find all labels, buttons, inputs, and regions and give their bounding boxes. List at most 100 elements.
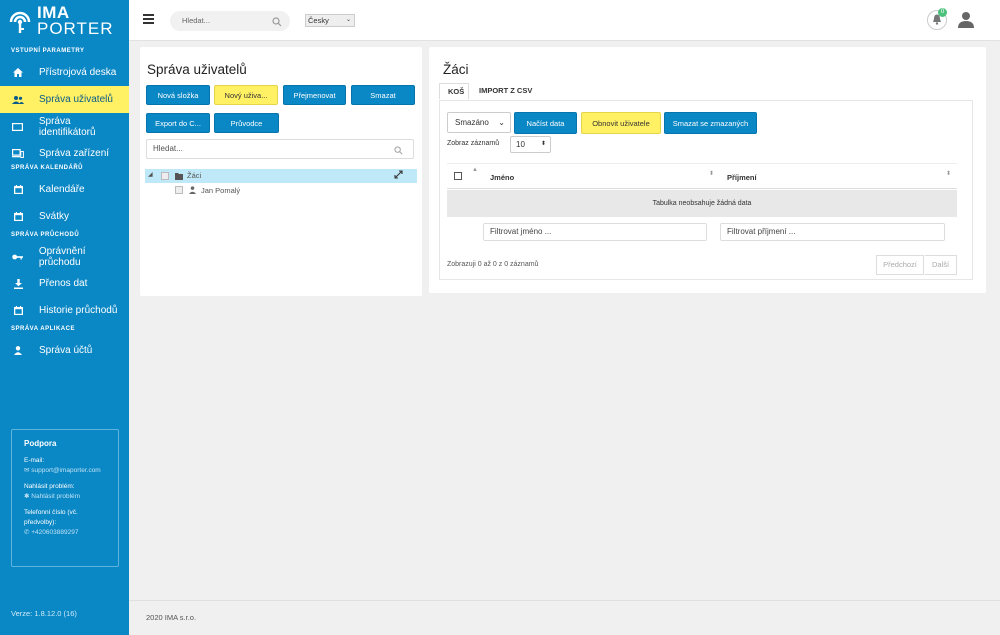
card-icon xyxy=(11,121,25,133)
sidebar-item-accounts[interactable]: Správa účtů xyxy=(0,337,129,364)
user-management-panel: Správa uživatelů Nová složka Nový uživa.… xyxy=(140,47,422,296)
select-all-checkbox[interactable] xyxy=(454,172,462,180)
sidebar-item-passage-history[interactable]: Historie průchodů xyxy=(0,297,129,324)
search-icon xyxy=(394,144,403,162)
sidebar-item-label: Správa účtů xyxy=(39,345,93,356)
copyright-text: 2020 IMA s.r.o. xyxy=(146,613,197,622)
tree-search-input[interactable]: Hledat... xyxy=(146,139,414,159)
page-title: Správa uživatelů xyxy=(147,62,247,77)
sort-arrows-icon: ⬍ xyxy=(540,141,546,147)
deleted-filter-select[interactable]: Smazáno ⌄ xyxy=(447,112,511,133)
key-logo-icon xyxy=(9,11,31,33)
sidebar-item-users[interactable]: Správa uživatelů xyxy=(0,86,129,113)
section-title-input-params: VSTUPNÍ PARAMETRY xyxy=(11,48,85,54)
section-title-calendars: SPRÁVA KALENDÁŘŮ xyxy=(11,165,84,171)
sort-icon[interactable]: ⬍ xyxy=(946,170,951,177)
notifications-button[interactable]: 0 xyxy=(927,8,947,30)
tree-checkbox[interactable] xyxy=(161,172,169,180)
page-size-select[interactable]: 10 ⬍ xyxy=(510,136,551,153)
user-menu-button[interactable] xyxy=(958,11,974,31)
sidebar: IMA PORTER VSTUPNÍ PARAMETRY Přístrojová… xyxy=(0,0,129,635)
tab-trash[interactable]: KOŠ xyxy=(439,83,469,99)
support-report-label: Nahlásit problém: xyxy=(24,483,75,490)
rename-button[interactable]: Přejmenovat xyxy=(283,85,346,105)
column-header-name[interactable]: Jméno xyxy=(490,173,514,182)
empty-table-message: Tabulka neobsahuje žádná data xyxy=(447,190,957,217)
footer: 2020 IMA s.r.o. xyxy=(129,600,1000,635)
users-icon xyxy=(11,94,25,106)
language-select[interactable]: Česky ⌄ xyxy=(305,14,355,27)
section-title-app: SPRÁVA APLIKACE xyxy=(11,326,75,332)
support-box: Podpora E-mail: ✉ support@imaporter.com … xyxy=(11,429,119,567)
key-icon xyxy=(11,251,25,263)
sidebar-item-label: Svátky xyxy=(39,211,70,222)
support-email-label: E-mail: xyxy=(24,457,45,464)
support-phone-label: Telefonní číslo (vč. předvolby): xyxy=(24,509,78,526)
tree-node-label: Jan Pomalý xyxy=(201,186,241,195)
notifications-badge: 0 xyxy=(938,8,947,17)
sidebar-item-label: Kalendáře xyxy=(39,184,85,195)
filter-surname-input[interactable]: Filtrovat příjmení ... xyxy=(720,223,945,241)
tab-import-csv[interactable]: IMPORT Z CSV xyxy=(471,83,540,99)
tree-checkbox[interactable] xyxy=(175,186,183,194)
support-title: Podpora xyxy=(24,439,57,448)
chevron-down-icon: ⌄ xyxy=(345,17,351,23)
sidebar-item-label: Přenos dat xyxy=(39,278,88,289)
logo-text-porter: PORTER xyxy=(37,19,114,38)
menu-toggle-icon[interactable] xyxy=(143,14,154,26)
sidebar-item-access-rights[interactable]: Oprávnění průchodu xyxy=(0,243,129,270)
devices-icon xyxy=(11,148,25,160)
sort-icon[interactable]: ⬍ xyxy=(709,170,714,177)
wizard-button[interactable]: Průvodce xyxy=(214,113,279,133)
table-info: Zobrazuji 0 až 0 z 0 záznamů xyxy=(447,261,539,268)
user-icon xyxy=(958,12,974,31)
table-header: ▲ Jméno ⬍ Příjmení ⬍ xyxy=(447,163,957,189)
download-icon xyxy=(11,278,25,290)
calendar-icon xyxy=(11,184,25,196)
version-text: Verze: 1.8.12.0 (16) xyxy=(11,609,77,618)
search-icon xyxy=(272,15,282,35)
previous-page-button[interactable]: Předchozí xyxy=(876,255,924,275)
topbar: Hledat... Česky ⌄ 0 xyxy=(129,0,1000,41)
export-csv-button[interactable]: Export do C... xyxy=(146,113,210,133)
tree-node-label: Žáci xyxy=(187,171,202,180)
user-icon xyxy=(11,345,25,357)
page-size-label: Zobraz záznamů xyxy=(447,140,500,147)
column-header-surname[interactable]: Příjmení xyxy=(727,173,757,182)
home-icon xyxy=(11,67,25,79)
sidebar-item-label: Oprávnění průchodu xyxy=(38,245,86,268)
sidebar-item-data-transfer[interactable]: Přenos dat xyxy=(0,270,129,297)
sidebar-item-calendars[interactable]: Kalendáře xyxy=(0,176,129,203)
load-data-button[interactable]: Načíst data xyxy=(514,112,577,134)
support-report-link[interactable]: ✱ Nahlásit problém xyxy=(24,492,106,502)
user-icon xyxy=(189,186,196,196)
delete-button[interactable]: Smazat xyxy=(351,85,415,105)
delete-from-deleted-button[interactable]: Smazat se zmazaných xyxy=(664,112,757,134)
panel-title: Žáci xyxy=(443,62,469,77)
calendar-icon xyxy=(11,211,25,223)
sidebar-item-label: Přístrojová deska xyxy=(39,67,117,78)
sidebar-item-holidays[interactable]: Svátky xyxy=(0,203,129,230)
sidebar-item-label: Správa uživatelů xyxy=(39,94,113,105)
expand-icon[interactable] xyxy=(394,170,403,181)
sidebar-item-label: Historie průchodů xyxy=(39,305,118,316)
sidebar-item-dashboard[interactable]: Přístrojová deska xyxy=(0,59,129,86)
sort-icon[interactable]: ▲ xyxy=(472,167,478,173)
support-email-link[interactable]: ✉ support@imaporter.com xyxy=(24,466,106,476)
new-user-button[interactable]: Nový uživa... xyxy=(214,85,278,105)
tree-toggle-icon[interactable]: ◢ xyxy=(148,171,153,178)
logo[interactable]: IMA PORTER xyxy=(0,0,129,40)
next-page-button[interactable]: Další xyxy=(925,255,957,275)
support-phone-link[interactable]: ✆ +420603889297 xyxy=(24,528,106,538)
filter-name-input[interactable]: Filtrovat jméno ... xyxy=(483,223,707,241)
tab-content: Smazáno ⌄ Načíst data Obnovit uživatele … xyxy=(439,100,973,280)
sidebar-item-label: Správa identifikátorů xyxy=(38,115,96,138)
students-panel: Žáci KOŠ IMPORT Z CSV Smazáno ⌄ Načíst d… xyxy=(429,47,986,293)
search-input[interactable]: Hledat... xyxy=(170,11,290,31)
new-folder-button[interactable]: Nová složka xyxy=(146,85,210,105)
restore-users-button[interactable]: Obnovit uživatele xyxy=(581,112,661,134)
sidebar-item-identifiers[interactable]: Správa identifikátorů xyxy=(0,113,129,140)
sidebar-item-label: Správa zařízení xyxy=(39,148,110,159)
tree-node-folder[interactable]: ◢ Žáci xyxy=(145,169,417,183)
section-title-passages: SPRÁVA PRŮCHODŮ xyxy=(11,232,80,238)
